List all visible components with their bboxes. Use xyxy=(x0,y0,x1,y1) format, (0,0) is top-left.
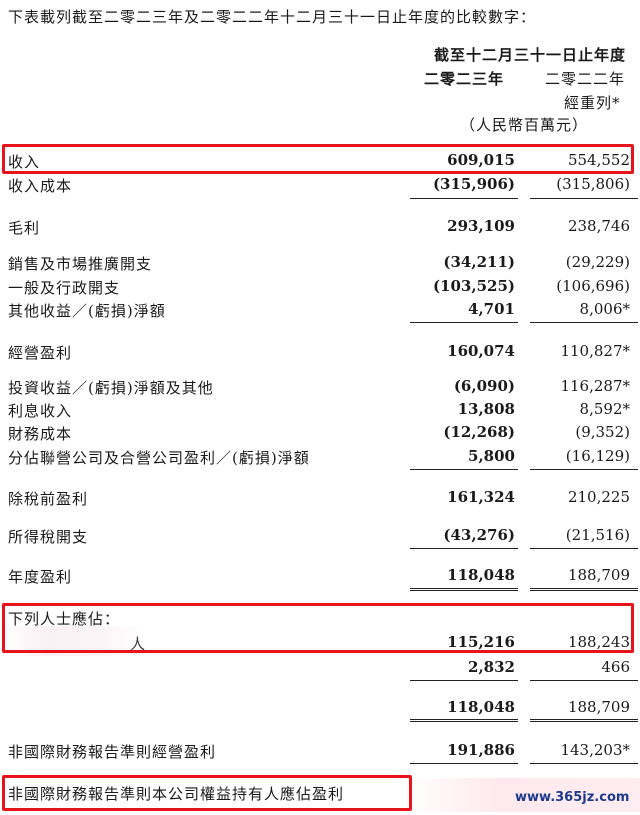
value-2023: (12,268) xyxy=(443,423,515,441)
table-row-share-of-associates: 分佔聯營公司及合營公司盈利／(虧損)淨額 5,800 (16,129) xyxy=(0,444,640,468)
table-row-finance-costs: 財務成本 (12,268) (9,352) xyxy=(0,420,640,444)
rule xyxy=(530,763,638,764)
rule xyxy=(410,680,518,681)
rule xyxy=(410,469,518,470)
double-rule xyxy=(410,588,518,591)
value-2022: (21,516) xyxy=(565,526,630,544)
value-2023: (43,276) xyxy=(443,526,515,544)
value-2022: 8,006* xyxy=(579,300,630,318)
value-2022: (315,806) xyxy=(556,175,630,193)
table-row-admin-expenses: 一般及行政開支 (103,525) (106,696) xyxy=(0,274,640,298)
double-rule xyxy=(530,719,638,722)
value-2022: (29,229) xyxy=(565,253,630,271)
value-2023: 118,048 xyxy=(447,566,515,584)
intro-text: 下表載列截至二零二三年及二零二二年十二月三十一日止年度的比較數字： xyxy=(8,8,537,26)
value-2023: 2,832 xyxy=(468,658,515,676)
row-label: 所得稅開支 xyxy=(8,528,89,546)
highlight-box-non-ifrs xyxy=(2,775,412,811)
row-label: 除稅前盈利 xyxy=(8,490,89,508)
value-2023: 161,324 xyxy=(447,488,515,506)
row-label: 其他收益／(虧損)淨額 xyxy=(8,302,166,320)
value-2023: (315,906) xyxy=(432,175,515,193)
value-2022: 110,827* xyxy=(560,342,630,360)
value-2022: 466 xyxy=(601,658,630,676)
value-2023: 118,048 xyxy=(447,698,515,716)
table-row-gross-profit: 毛利 293,109 238,746 xyxy=(0,214,640,238)
table-row-selling-expenses: 銷售及市場推廣開支 (34,211) (29,229) xyxy=(0,250,640,274)
row-label: 毛利 xyxy=(8,219,41,237)
row-label: 一般及行政開支 xyxy=(8,279,121,297)
table-row-income-tax: 所得稅開支 (43,276) (21,516) xyxy=(0,523,640,547)
value-2022: 188,709 xyxy=(567,566,630,584)
table-row-operating-profit: 經營盈利 160,074 110,827* xyxy=(0,339,640,363)
column-header-2023: 二零二三年 xyxy=(424,70,505,88)
row-label: 分佔聯營公司及合營公司盈利／(虧損)淨額 xyxy=(8,449,310,467)
watermark: www.365jz.com xyxy=(515,790,630,805)
value-2022: (106,696) xyxy=(556,277,630,295)
value-2023: 13,808 xyxy=(457,400,515,418)
table-row-non-ifrs-operating-profit: 非國際財務報告準則經營盈利 191,886 143,203* xyxy=(0,738,640,762)
rule xyxy=(410,548,518,549)
double-rule xyxy=(530,588,638,591)
row-label: 銷售及市場推廣開支 xyxy=(8,255,153,273)
value-2022: 188,709 xyxy=(567,698,630,716)
value-2022: (9,352) xyxy=(575,423,630,441)
value-2022: 143,203* xyxy=(560,741,630,759)
value-2023: 293,109 xyxy=(447,217,515,235)
highlight-box-revenue xyxy=(2,144,634,174)
row-label: 財務成本 xyxy=(8,425,73,443)
row-label: 年度盈利 xyxy=(8,568,73,586)
table-row-profit-for-year: 年度盈利 118,048 188,709 xyxy=(0,563,640,587)
value-2023: 191,886 xyxy=(447,741,515,759)
value-2023: 5,800 xyxy=(468,447,515,465)
restated-note: 經重列* xyxy=(564,94,621,112)
rule xyxy=(530,680,638,681)
value-2023: 160,074 xyxy=(447,342,515,360)
value-2022: 8,592* xyxy=(579,400,630,418)
highlight-box-attributable xyxy=(2,603,634,653)
value-2023: (103,525) xyxy=(432,277,515,295)
double-rule xyxy=(410,719,518,722)
row-label: 經營盈利 xyxy=(8,344,73,362)
table-row-investment-gains: 投資收益／(虧損)淨額及其他 (6,090) 116,287* xyxy=(0,374,640,398)
unit-note: （人民幣百萬元） xyxy=(460,116,589,134)
row-label: 投資收益／(虧損)淨額及其他 xyxy=(8,379,214,397)
table-row-non-controlling: 2,832 466 xyxy=(0,655,640,679)
table-row-profit-before-tax: 除稅前盈利 161,324 210,225 xyxy=(0,485,640,509)
period-header: 截至十二月三十一日止年度 xyxy=(433,46,626,64)
rule xyxy=(530,322,638,323)
rule xyxy=(530,548,638,549)
table-row-interest-income: 利息收入 13,808 8,592* xyxy=(0,397,640,421)
rule xyxy=(410,198,518,199)
table-row-attributable-total: 118,048 188,709 xyxy=(0,695,640,719)
value-2022: 210,225 xyxy=(567,488,630,506)
rule xyxy=(530,469,638,470)
table-row-other-gains: 其他收益／(虧損)淨額 4,701 8,006* xyxy=(0,297,640,321)
value-2022: 116,287* xyxy=(560,377,630,395)
row-label: 利息收入 xyxy=(8,402,73,420)
rule xyxy=(410,763,518,764)
column-header-2022: 二零二二年 xyxy=(545,70,626,88)
row-label: 非國際財務報告準則經營盈利 xyxy=(8,743,217,761)
value-2022: (16,129) xyxy=(565,447,630,465)
value-2023: (34,211) xyxy=(443,253,515,271)
row-label: 收入成本 xyxy=(8,177,73,195)
value-2022: 238,746 xyxy=(567,217,630,235)
value-2023: 4,701 xyxy=(468,300,515,318)
value-2023: (6,090) xyxy=(453,377,515,395)
rule xyxy=(530,198,638,199)
rule xyxy=(410,322,518,323)
table-row-cost-of-revenue: 收入成本 (315,906) (315,806) xyxy=(0,172,640,196)
